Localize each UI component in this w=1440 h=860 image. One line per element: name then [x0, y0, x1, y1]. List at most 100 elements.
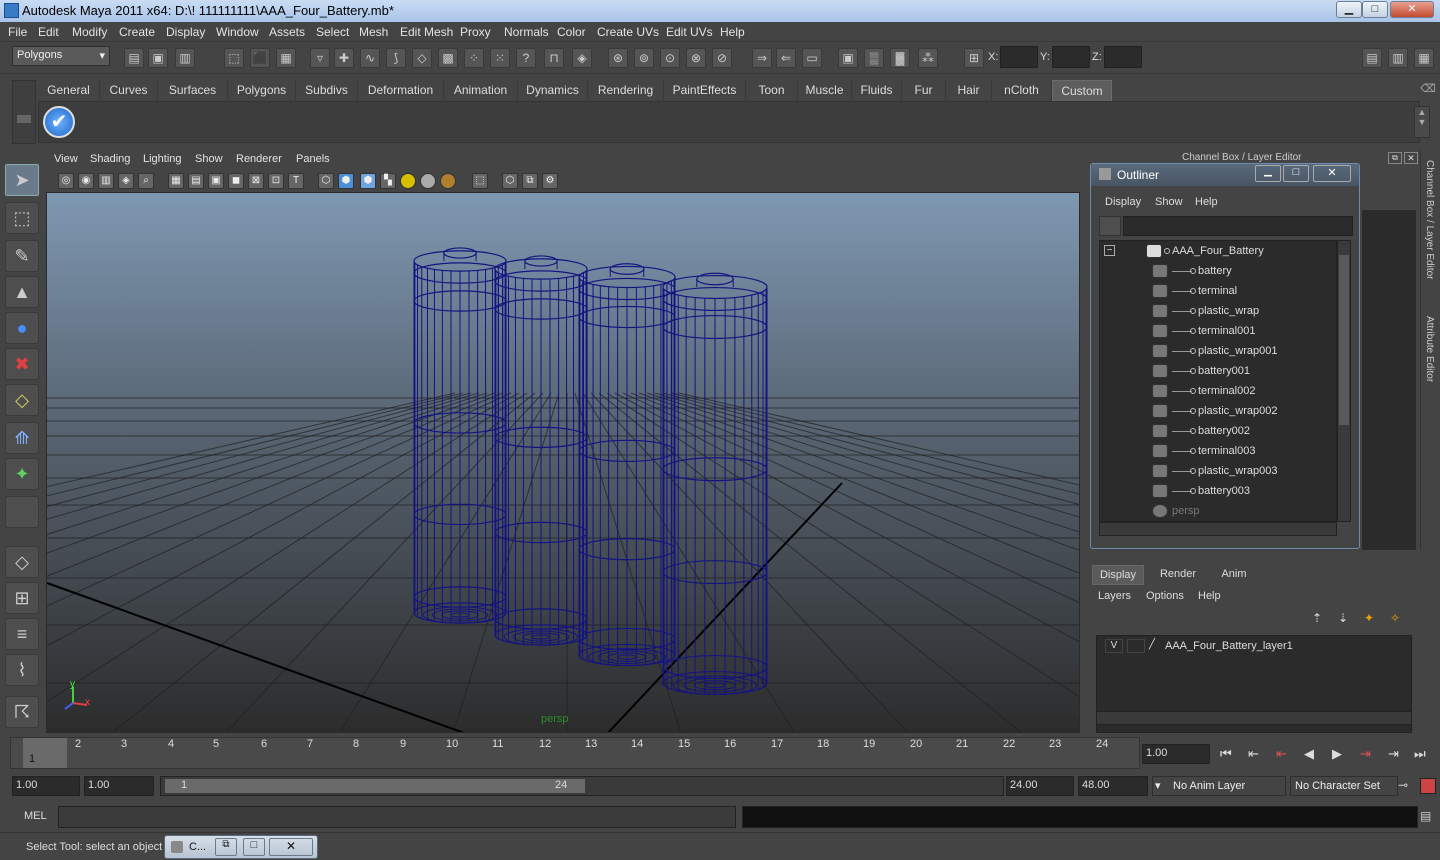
menu-help[interactable]: Help: [720, 25, 745, 39]
pick-pivots-icon[interactable]: ⁘: [464, 48, 484, 68]
layer-tab-render[interactable]: Render: [1148, 565, 1208, 585]
move-tool-icon[interactable]: ▲: [5, 276, 39, 308]
render-icon[interactable]: ⊚: [634, 48, 654, 68]
outliner-minimize-button[interactable]: ▁: [1255, 165, 1281, 182]
default-lighting-icon[interactable]: [400, 173, 416, 189]
lock-icon[interactable]: ⊓: [544, 48, 564, 68]
hypershade-icon[interactable]: ⊘: [712, 48, 732, 68]
save-scene-icon[interactable]: ▥: [175, 48, 195, 68]
outliner-menu-display[interactable]: Display: [1105, 196, 1141, 208]
outliner-row[interactable]: terminal002: [1100, 381, 1336, 401]
outliner-row[interactable]: plastic_wrap002: [1100, 401, 1336, 421]
layer-menu-layers[interactable]: Layers: [1098, 590, 1131, 602]
gate-mask-icon[interactable]: ◼: [228, 173, 244, 189]
minimized-window[interactable]: C... ⧉ □ ✕: [164, 835, 318, 859]
film-gate-icon[interactable]: ▤: [188, 173, 204, 189]
tool-settings-icon[interactable]: ▥: [1388, 48, 1408, 68]
viewport-menu-lighting[interactable]: Lighting: [143, 153, 182, 165]
single-pane-layout-icon[interactable]: ◇: [5, 546, 39, 578]
outliner-close-button[interactable]: ✕: [1313, 165, 1351, 182]
layer-row[interactable]: V ╱ AAA_Four_Battery_layer1: [1097, 636, 1413, 656]
resolution-gate-icon[interactable]: ▣: [208, 173, 224, 189]
outliner-row[interactable]: battery: [1100, 261, 1336, 281]
outliner-search-input[interactable]: [1123, 216, 1353, 236]
highlight-icon[interactable]: ◈: [572, 48, 592, 68]
menu-modify[interactable]: Modify: [72, 25, 107, 39]
menu-color[interactable]: Color: [557, 25, 586, 39]
shelf-tab-muscle[interactable]: Muscle: [798, 80, 852, 101]
command-input[interactable]: [58, 806, 736, 828]
outliner-row[interactable]: plastic_wrap: [1100, 301, 1336, 321]
move-layer-down-icon[interactable]: ⇣: [1338, 611, 1358, 629]
menu-display[interactable]: Display: [166, 25, 205, 39]
menu-set-dropdown[interactable]: Polygons ▾: [12, 46, 110, 66]
shelf-handle[interactable]: [12, 80, 36, 144]
menu-select[interactable]: Select: [316, 25, 349, 39]
layer-type-toggle[interactable]: [1127, 639, 1145, 653]
outliner-title-bar[interactable]: Outliner ▁ □ ✕: [1091, 164, 1359, 186]
menu-create[interactable]: Create: [119, 25, 155, 39]
go-to-start-icon[interactable]: ⏮: [1220, 746, 1232, 762]
trash-icon[interactable]: ⌫: [1420, 82, 1436, 98]
show-manipulator-icon[interactable]: ✦: [5, 458, 39, 490]
viewport-menu-panels[interactable]: Panels: [296, 153, 330, 165]
step-back-icon[interactable]: ⇤: [1248, 746, 1259, 762]
smooth-shade-icon[interactable]: ⬢: [338, 173, 354, 189]
new-scene-icon[interactable]: ▤: [124, 48, 144, 68]
menu-edit-mesh[interactable]: Edit Mesh: [400, 25, 453, 39]
close-button[interactable]: ✕: [1390, 1, 1434, 18]
outliner-horizontal-scrollbar[interactable]: [1099, 522, 1337, 536]
y-field[interactable]: [1052, 46, 1090, 68]
go-to-end-icon[interactable]: ⏭: [1414, 746, 1426, 762]
shelf-tab-animation[interactable]: Animation: [444, 80, 518, 101]
z-field[interactable]: [1104, 46, 1142, 68]
open-scene-icon[interactable]: ▣: [148, 48, 168, 68]
outliner-layout-icon[interactable]: ≡: [5, 618, 39, 650]
outliner-row[interactable]: terminal001: [1100, 321, 1336, 341]
maximize-icon[interactable]: □: [243, 838, 265, 856]
shelf-tab-painteffects[interactable]: PaintEffects: [664, 80, 746, 101]
shelf-tab-polygons[interactable]: Polygons: [228, 80, 296, 101]
2d-pan-zoom-icon[interactable]: ⌕: [138, 173, 154, 189]
shelf-tab-curves[interactable]: Curves: [100, 80, 158, 101]
current-time-field[interactable]: 1.00: [1142, 744, 1210, 764]
shelf-tab-subdivs[interactable]: Subdivs: [296, 80, 358, 101]
field-chart-icon[interactable]: ⊠: [248, 173, 264, 189]
attribute-editor-side-tab[interactable]: Attribute Editor: [1424, 316, 1435, 382]
outliner-menu-show[interactable]: Show: [1155, 196, 1183, 208]
last-tool-icon[interactable]: [5, 496, 39, 528]
x-field[interactable]: [1000, 46, 1038, 68]
current-frame-marker[interactable]: 1: [23, 738, 67, 768]
attribute-editor-toggle-icon[interactable]: ▦: [1414, 48, 1434, 68]
soft-modification-icon[interactable]: ⟰: [5, 422, 39, 454]
script-editor-icon[interactable]: ▤: [1420, 809, 1436, 825]
outliner-row[interactable]: plastic_wrap001: [1100, 341, 1336, 361]
step-forward-key-icon[interactable]: ⇥: [1360, 746, 1371, 762]
outliner-row-camera[interactable]: persp: [1100, 501, 1336, 521]
history-icon[interactable]: ⊛: [608, 48, 628, 68]
collapse-icon[interactable]: −: [1104, 245, 1115, 256]
shelf-menu-icon[interactable]: [17, 115, 31, 123]
outliner-row[interactable]: battery003: [1100, 481, 1336, 501]
four-pane-layout-icon[interactable]: ⊞: [5, 582, 39, 614]
layer-menu-help[interactable]: Help: [1198, 590, 1221, 602]
pick-faces-icon[interactable]: ⁙: [490, 48, 510, 68]
hypershade-layout-icon[interactable]: ☈: [5, 696, 39, 728]
range-slider-handle[interactable]: 1 24: [165, 779, 585, 793]
layer-tab-anim[interactable]: Anim: [1212, 565, 1256, 585]
outliner-row[interactable]: battery001: [1100, 361, 1336, 381]
channel-box-area[interactable]: [1362, 210, 1416, 550]
output-ops-icon[interactable]: ⇐: [776, 48, 796, 68]
close-icon[interactable]: ✕: [269, 838, 313, 856]
snap-grid-icon[interactable]: ✚: [334, 48, 354, 68]
shelf-tab-fur[interactable]: Fur: [902, 80, 946, 101]
range-slider[interactable]: 1 24: [160, 776, 1004, 796]
step-back-key-icon[interactable]: ⇤: [1276, 746, 1287, 762]
snap-point-icon[interactable]: ⟆: [386, 48, 406, 68]
ipr-render-icon[interactable]: ⊙: [660, 48, 680, 68]
shelf-tab-deformation[interactable]: Deformation: [358, 80, 444, 101]
shelf-tab-custom[interactable]: Custom: [1052, 80, 1112, 101]
layer-menu-options[interactable]: Options: [1146, 590, 1184, 602]
close-panel-icon[interactable]: ✕: [1404, 152, 1418, 164]
create-layer-icon[interactable]: ✦: [1364, 611, 1384, 629]
